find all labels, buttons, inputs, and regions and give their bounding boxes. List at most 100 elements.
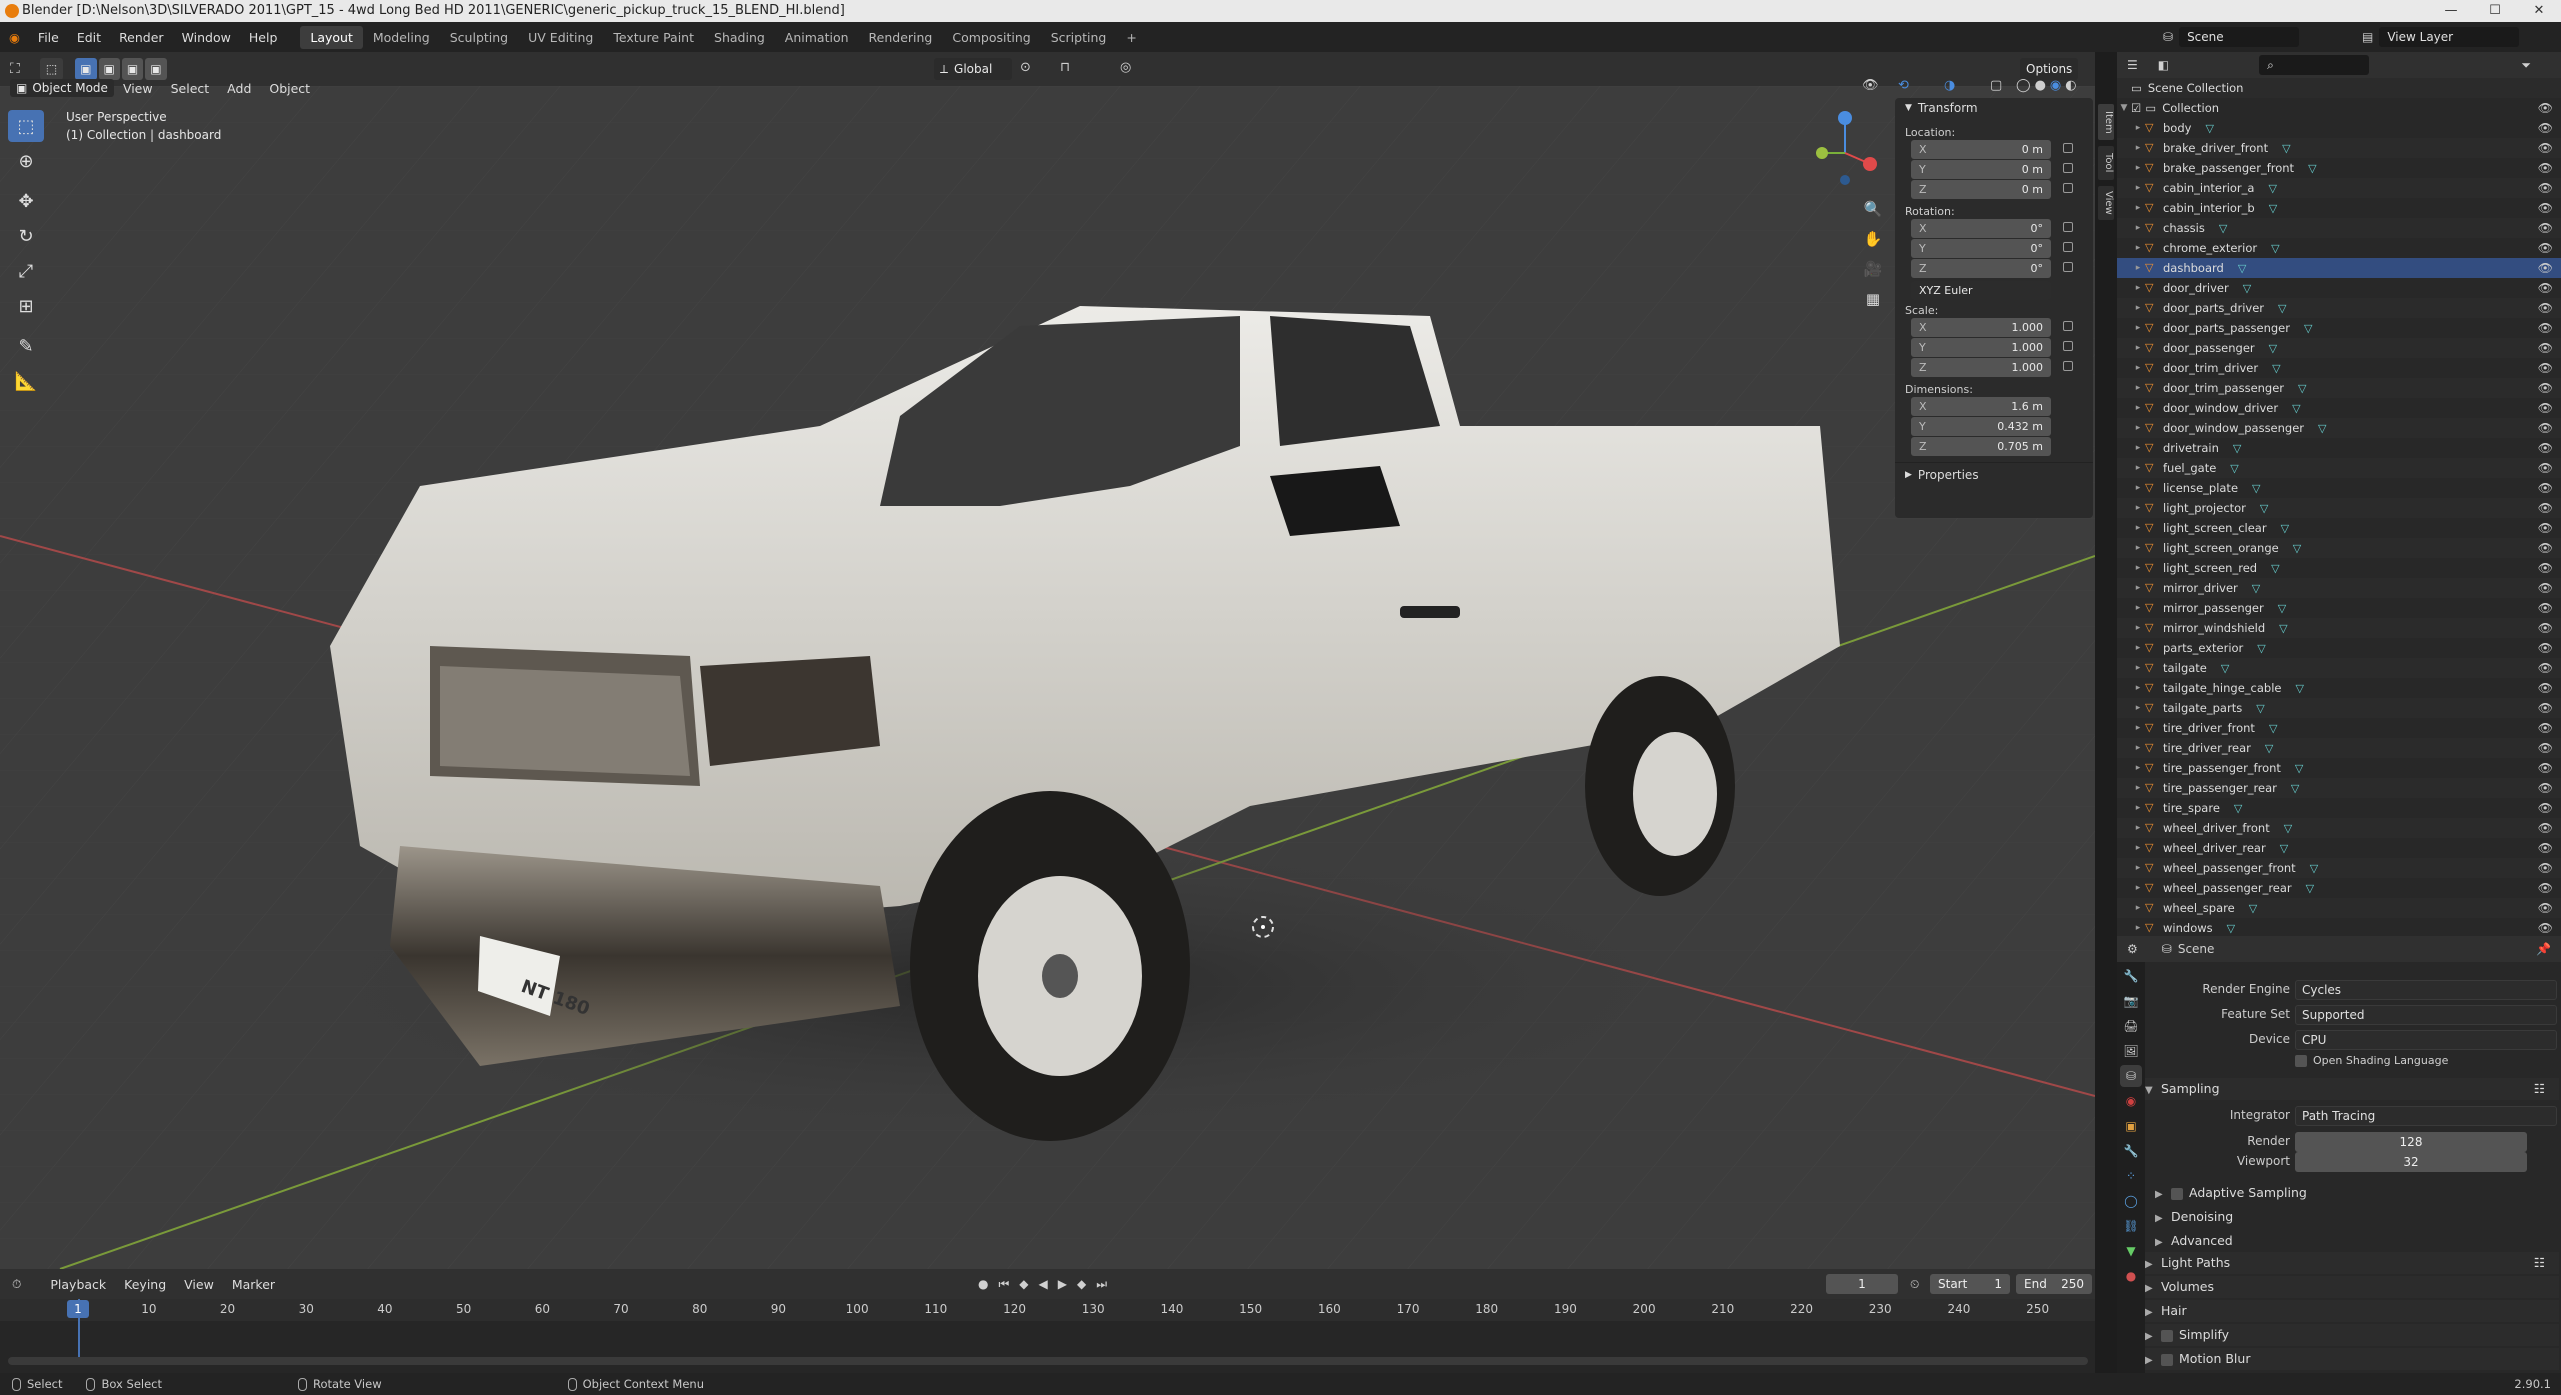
frame-ruler[interactable]: 1102030405060708090100110120130140150160…: [0, 1299, 2095, 1321]
tab-tool[interactable]: Tool: [2098, 146, 2114, 180]
eye-icon[interactable]: 👁: [2538, 781, 2553, 795]
clock-icon[interactable]: ⏲: [1910, 1277, 1919, 1292]
lock-icon[interactable]: [2063, 183, 2073, 193]
menu-select[interactable]: Select: [162, 81, 219, 96]
location-z-field[interactable]: Z0 m: [1911, 179, 2051, 199]
eye-icon[interactable]: 👁: [2538, 841, 2553, 855]
mesh-data-icon[interactable]: ▽: [2252, 582, 2260, 595]
rotation-z-field[interactable]: Z 0°: [1911, 258, 2051, 278]
display-mode-icon[interactable]: ◧: [2158, 58, 2169, 72]
menu-playback[interactable]: Playback: [41, 1277, 115, 1292]
location-y-field[interactable]: Y0 m: [1911, 159, 2051, 179]
view-layer-props-icon[interactable]: 🖼: [2120, 1040, 2142, 1062]
orientation-dropdown[interactable]: ⟂ Global: [934, 58, 1012, 80]
filter-icon[interactable]: ⏷: [2521, 58, 2531, 73]
tab-sculpting[interactable]: Sculpting: [440, 26, 518, 49]
outliner-object-row[interactable]: ▸ ▽ parts_exterior ▽ 👁: [2117, 638, 2561, 658]
tab-texture-paint[interactable]: Texture Paint: [603, 26, 704, 49]
play-icon[interactable]: ▶: [1058, 1277, 1067, 1292]
visibility-icon[interactable]: 👁: [1862, 78, 1879, 93]
scene-selector[interactable]: Scene: [2179, 27, 2300, 47]
record-icon[interactable]: ●: [978, 1277, 988, 1292]
eye-icon[interactable]: 👁: [2538, 281, 2553, 295]
menu-render[interactable]: Render: [110, 30, 173, 45]
outliner-object-row[interactable]: ▸ ▽ door_trim_passenger ▽ 👁: [2117, 378, 2561, 398]
simplify-header[interactable]: ▶ Simplify: [2145, 1324, 2559, 1346]
tool-props-icon[interactable]: 🔧: [2120, 965, 2142, 987]
tab-animation[interactable]: Animation: [775, 26, 859, 49]
eye-icon[interactable]: 👁: [2538, 301, 2553, 315]
lock-icon[interactable]: [2063, 242, 2073, 252]
menu-keying[interactable]: Keying: [115, 1277, 175, 1292]
device-dropdown[interactable]: CPU: [2295, 1030, 2557, 1050]
properties-panel-header[interactable]: ▶ Properties: [1895, 462, 2093, 486]
eye-icon[interactable]: 👁: [2538, 541, 2553, 555]
cursor-tool-icon[interactable]: ⊕: [8, 145, 44, 177]
eye-icon[interactable]: 👁: [2538, 701, 2553, 715]
timeline-scrollbar[interactable]: [8, 1357, 2088, 1365]
simplify-checkbox[interactable]: [2161, 1329, 2173, 1342]
eye-icon[interactable]: 👁: [2538, 821, 2553, 835]
mesh-data-icon[interactable]: ▽: [2292, 402, 2300, 415]
menu-timeline-view[interactable]: View: [175, 1277, 223, 1292]
mesh-data-icon[interactable]: ▽: [2295, 682, 2303, 695]
mesh-data-icon[interactable]: ▽: [2257, 642, 2265, 655]
collection-row[interactable]: ▼ ☑ ▭ Collection 👁: [2117, 98, 2561, 118]
eye-icon[interactable]: 👁: [2538, 201, 2553, 215]
mesh-data-icon[interactable]: ▽: [2272, 362, 2280, 375]
navigation-gizmo[interactable]: [1810, 108, 1880, 198]
options-dropdown[interactable]: Options: [2020, 58, 2079, 80]
outliner-object-row[interactable]: ▸ ▽ windows ▽ 👁: [2117, 918, 2561, 938]
outliner-object-row[interactable]: ▸ ▽ light_screen_orange ▽ 👁: [2117, 538, 2561, 558]
constraints-props-icon[interactable]: ⛓: [2120, 1215, 2142, 1237]
mesh-data-icon[interactable]: ▽: [2265, 742, 2273, 755]
advanced-header[interactable]: ▶ Advanced: [2155, 1230, 2555, 1252]
scale-y-field[interactable]: Y 1.000: [1911, 337, 2051, 357]
viewport-samples-field[interactable]: 32: [2295, 1152, 2527, 1172]
pan-hand-icon[interactable]: ✋: [1860, 226, 1886, 252]
menu-view[interactable]: View: [114, 81, 162, 96]
mesh-data-icon[interactable]: ▽: [2227, 922, 2235, 935]
osl-checkbox[interactable]: [2295, 1054, 2307, 1067]
outliner-object-row[interactable]: ▸ ▽ wheel_driver_front ▽ 👁: [2117, 818, 2561, 838]
adaptive-checkbox[interactable]: [2171, 1187, 2183, 1200]
mode-dropdown[interactable]: ▣ Object Mode: [10, 79, 114, 97]
tab-shading[interactable]: Shading: [704, 26, 775, 49]
eye-icon[interactable]: 👁: [2538, 801, 2553, 815]
menu-file[interactable]: File: [29, 30, 68, 45]
eye-icon[interactable]: 👁: [2538, 361, 2553, 375]
feature-set-dropdown[interactable]: Supported: [2295, 1005, 2557, 1025]
tab-item[interactable]: Item: [2098, 104, 2114, 140]
outliner-object-row[interactable]: ▸ ▽ door_driver ▽ 👁: [2117, 278, 2561, 298]
output-props-icon[interactable]: 🖨: [2120, 1015, 2142, 1037]
eye-icon[interactable]: 👁: [2538, 761, 2553, 775]
transform-panel-header[interactable]: ▼ Transform: [1895, 98, 2093, 118]
start-frame-field[interactable]: Start 1: [1930, 1274, 2010, 1294]
outliner-object-row[interactable]: ▸ ▽ door_parts_passenger ▽ 👁: [2117, 318, 2561, 338]
particles-props-icon[interactable]: ⁘: [2120, 1165, 2142, 1187]
adaptive-sampling-header[interactable]: ▶ Adaptive Sampling: [2155, 1182, 2555, 1204]
end-frame-field[interactable]: End 250: [2016, 1274, 2092, 1294]
eye-icon[interactable]: 👁: [2538, 901, 2553, 915]
outliner-object-row[interactable]: ▸ ▽ mirror_windshield ▽ 👁: [2117, 618, 2561, 638]
mesh-data-icon[interactable]: ▽: [2281, 522, 2289, 535]
lock-icon[interactable]: [2063, 143, 2073, 153]
outliner-object-row[interactable]: ▸ ▽ wheel_spare ▽ 👁: [2117, 898, 2561, 918]
dimensions-x-field[interactable]: X 1.6 m: [1911, 396, 2051, 416]
eye-icon[interactable]: 👁: [2538, 621, 2553, 635]
outliner-object-row[interactable]: ▸ ▽ tailgate ▽ 👁: [2117, 658, 2561, 678]
rotation-x-field[interactable]: X 0°: [1911, 218, 2051, 238]
mesh-data-icon[interactable]: ▽: [2295, 762, 2303, 775]
tab-scripting[interactable]: Scripting: [1041, 26, 1117, 49]
shading-modes[interactable]: ◯ ● ◉ ◐: [2016, 78, 2077, 93]
hair-header[interactable]: ▶ Hair: [2145, 1300, 2559, 1322]
list-icon[interactable]: ☷: [2534, 1078, 2545, 1100]
eye-icon[interactable]: 👁: [2538, 181, 2553, 195]
physics-props-icon[interactable]: ◯: [2120, 1190, 2142, 1212]
ortho-grid-icon[interactable]: ▦: [1860, 286, 1886, 312]
tab-layout[interactable]: Layout: [300, 25, 363, 49]
eye-icon[interactable]: 👁: [2538, 861, 2553, 875]
outliner-object-row[interactable]: ▸ ▽ light_screen_red ▽ 👁: [2117, 558, 2561, 578]
tab-view[interactable]: View: [2098, 186, 2114, 220]
outliner-editor-icon[interactable]: ☰: [2127, 58, 2138, 72]
